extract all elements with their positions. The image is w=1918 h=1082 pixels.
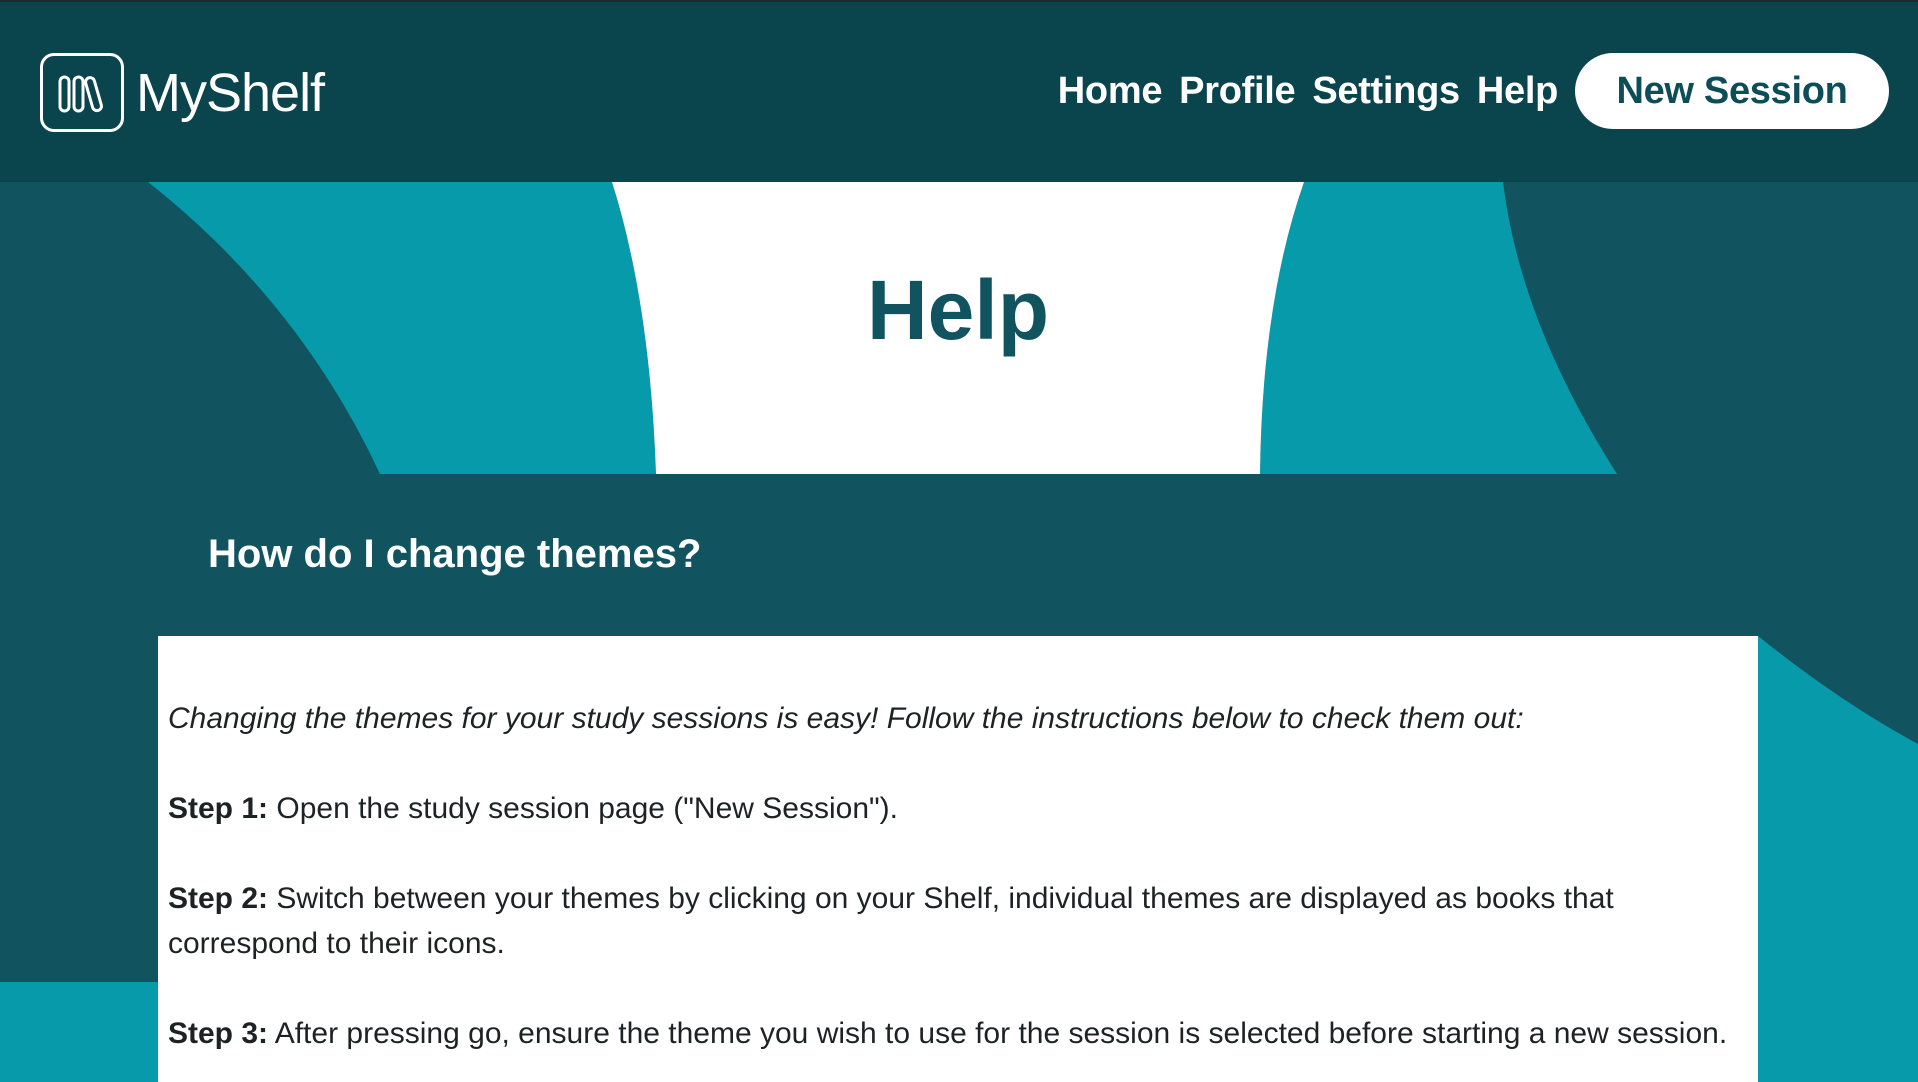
faq-step: Step 2: Switch between your themes by cl…	[168, 876, 1748, 966]
nav-link-settings[interactable]: Settings	[1312, 70, 1460, 113]
step-label: Step 1:	[168, 792, 269, 825]
step-text: After pressing go, ensure the theme you …	[268, 1017, 1728, 1050]
brand-name: MyShelf	[136, 62, 325, 123]
step-label: Step 2:	[168, 882, 269, 915]
step-text: Open the study session page ("New Sessio…	[268, 792, 898, 825]
step-text: Switch between your themes by clicking o…	[168, 882, 1614, 960]
step-label: Step 3:	[168, 1017, 269, 1050]
nav-menu: Home Profile Settings Help New Session	[1058, 53, 1889, 129]
faq-step: Step 1: Open the study session page ("Ne…	[168, 786, 1748, 831]
new-session-button[interactable]: New Session	[1575, 53, 1889, 129]
faq-question: How do I change themes?	[208, 532, 702, 576]
faq-intro: Changing the themes for your study sessi…	[168, 702, 1524, 735]
page-title: Help	[866, 263, 1050, 357]
nav-link-help[interactable]: Help	[1477, 70, 1558, 113]
navbar: MyShelf Home Profile Settings Help New S…	[0, 2, 1918, 182]
bookshelf-icon	[40, 53, 124, 132]
faq-step: Step 3: After pressing go, ensure the th…	[168, 1011, 1748, 1056]
brand-logo[interactable]: MyShelf	[40, 53, 325, 132]
nav-link-home[interactable]: Home	[1058, 70, 1163, 113]
faq-answer-card: Changing the themes for your study sessi…	[158, 636, 1758, 1082]
nav-link-profile[interactable]: Profile	[1179, 70, 1295, 113]
